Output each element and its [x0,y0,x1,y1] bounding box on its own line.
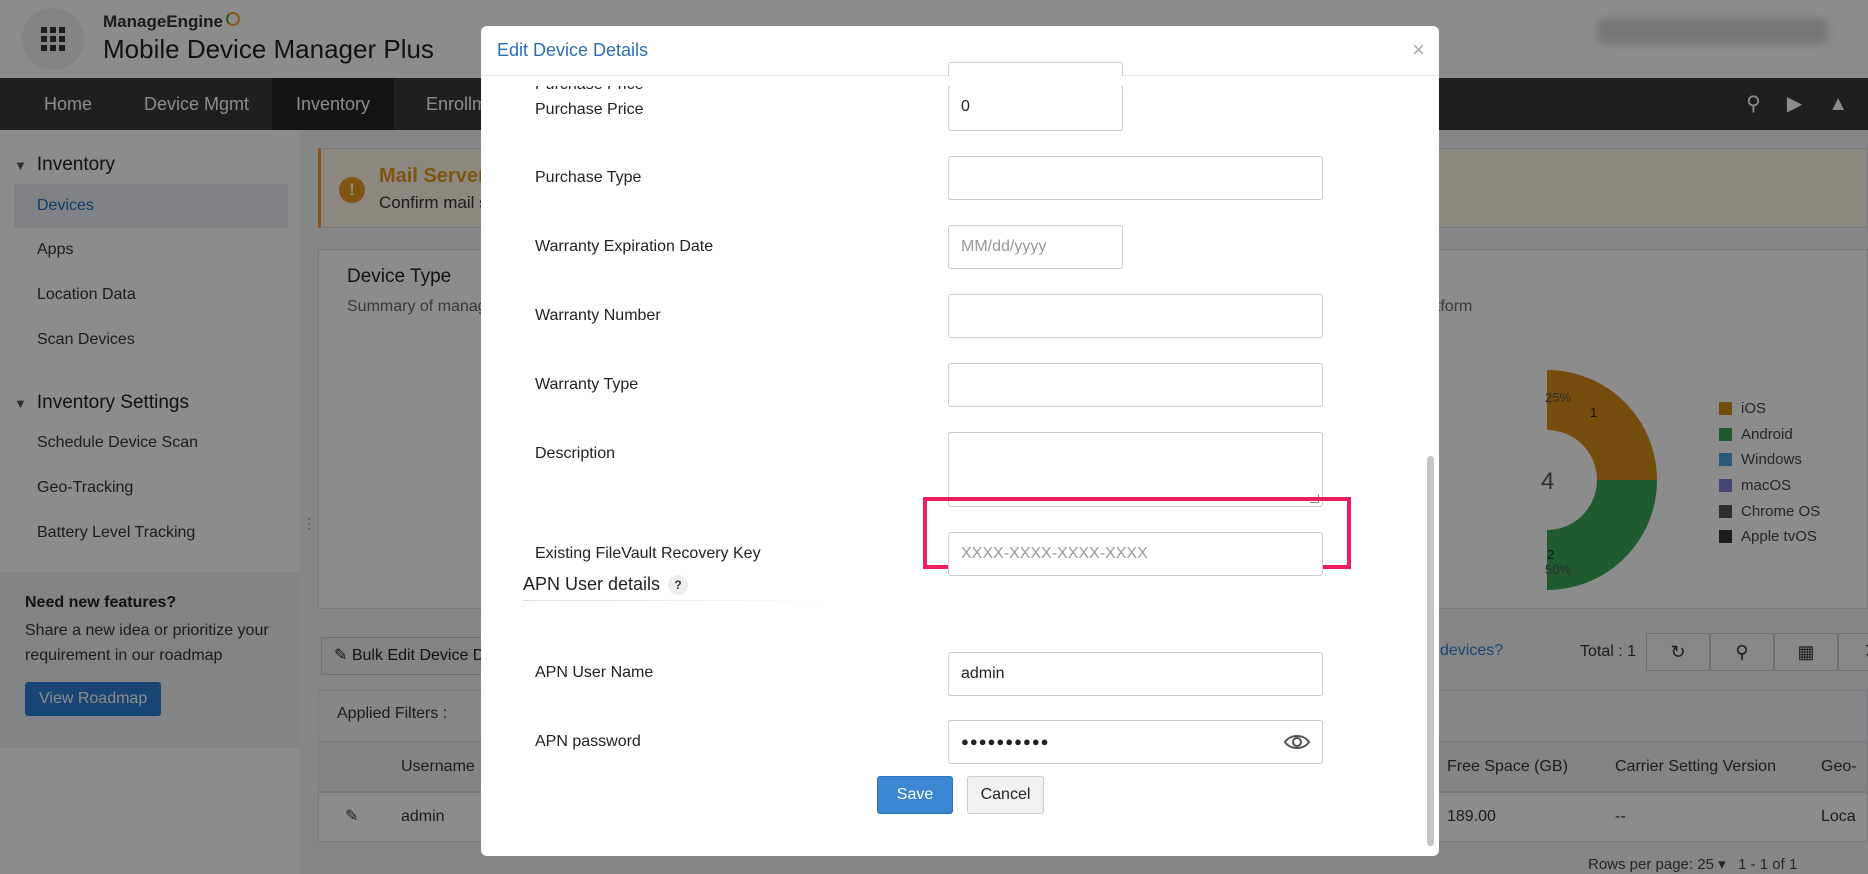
cancel-button[interactable]: Cancel [967,776,1044,814]
warranty-type-input[interactable] [948,363,1323,407]
warranty-expiration-date-input[interactable]: MM/dd/yyyy [948,225,1123,269]
save-button[interactable]: Save [877,776,953,814]
description-textarea[interactable] [948,432,1323,507]
filevault-recovery-key-input[interactable]: XXXX-XXXX-XXXX-XXXX [948,532,1323,576]
eye-icon[interactable] [1284,731,1310,753]
apn-password-input[interactable]: ●●●●●●●●●● [948,720,1323,764]
apn-section-title: APN User details? [523,574,689,596]
apn-user-name-input[interactable]: admin [948,652,1323,696]
help-icon[interactable]: ? [668,575,689,596]
apn-password-label: APN password [535,733,641,750]
apn-password-value: ●●●●●●●●●● [961,734,1050,749]
section-divider [523,600,833,601]
warranty-number-label: Warranty Number [535,307,661,324]
warranty-expiration-label: Warranty Expiration Date [535,238,714,255]
purchase-price-label: Purchase Price [535,101,644,118]
warranty-type-label: Warranty Type [535,376,639,393]
purchase-type-input[interactable] [948,156,1323,200]
description-label: Description [535,445,616,462]
dialog-title: Edit Device Details [497,40,649,60]
purchase-price-input[interactable]: 0 [948,86,1123,131]
purchase-type-label: Purchase Type [535,169,642,186]
warranty-number-input[interactable] [948,294,1323,338]
edit-device-details-dialog: Edit Device Details × Purchase Price 0 P… [481,26,1439,856]
apn-user-name-label: APN User Name [535,664,654,681]
filevault-key-label: Existing FileVault Recovery Key [535,545,761,562]
close-icon[interactable]: × [1412,37,1425,63]
header-mask [481,76,1439,86]
dialog-scrollbar[interactable] [1427,456,1434,846]
